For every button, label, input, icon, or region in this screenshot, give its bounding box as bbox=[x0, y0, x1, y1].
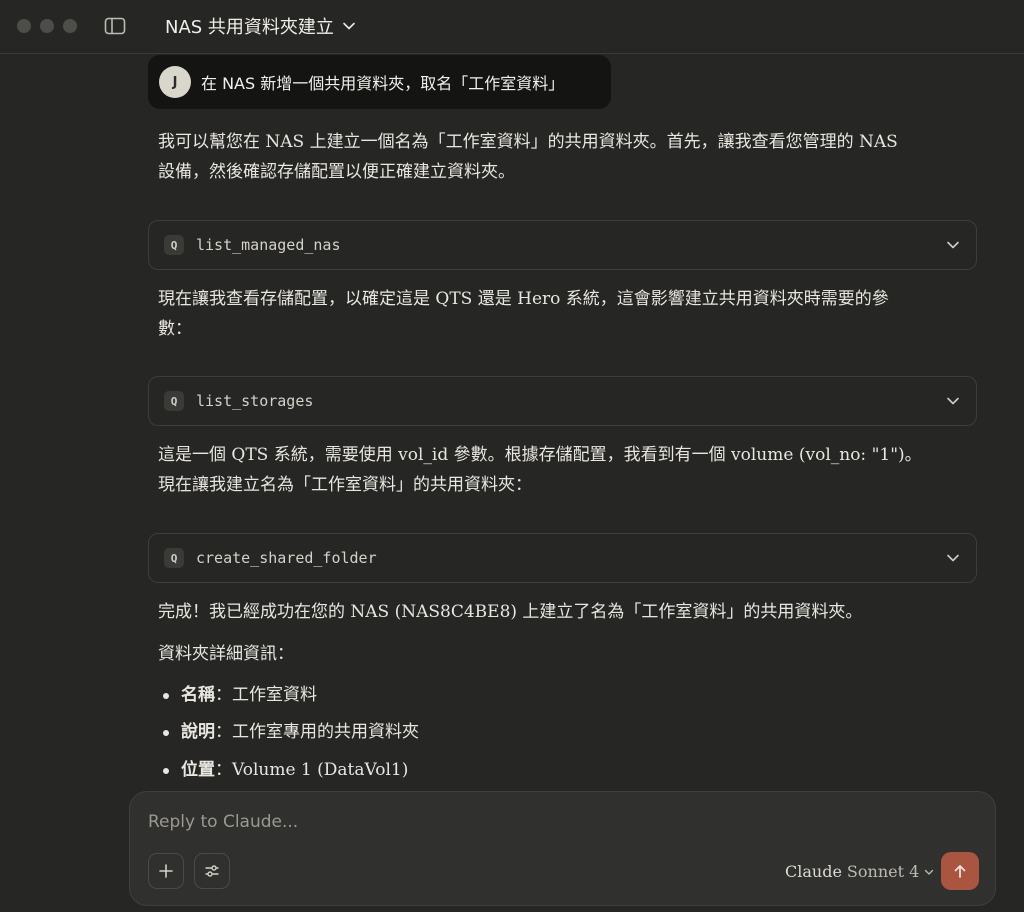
assistant-paragraph-2: 現在讓我查看存儲配置，以確定這是 QTS 還是 Hero 系統，這會影響建立共用… bbox=[158, 284, 948, 344]
chevron-down-icon bbox=[947, 241, 959, 249]
detail-value: Volume 1 (DataVol1) bbox=[232, 760, 409, 780]
assistant-paragraph-1: 我可以幫您在 NAS 上建立一個名為「工作室資料」的共用資料夾。首先，讓我查看您… bbox=[158, 127, 948, 187]
user-message: J 在 NAS 新增一個共用資料夾，取名「工作室資料」 bbox=[148, 55, 611, 109]
tools-settings-button[interactable] bbox=[194, 853, 230, 889]
title-bar: NAS 共用資料夾建立 bbox=[0, 0, 1024, 54]
plus-icon bbox=[159, 864, 173, 878]
window-minimize-button[interactable] bbox=[40, 19, 54, 33]
paragraph-line: 我可以幫您在 NAS 上建立一個名為「工作室資料」的共用資料夾。首先，讓我查看您… bbox=[158, 132, 898, 152]
sidebar-toggle-icon[interactable] bbox=[104, 17, 126, 35]
chevron-down-icon bbox=[947, 397, 959, 405]
paragraph-line: 這是一個 QTS 系統，需要使用 vol_id 參數。根據存儲配置，我看到有一個… bbox=[158, 445, 922, 465]
tool-call-create-shared-folder[interactable]: Q create_shared_folder bbox=[148, 533, 977, 583]
model-version: Sonnet 4 bbox=[846, 862, 920, 881]
detail-separator: ： bbox=[215, 722, 232, 742]
chevron-down-icon bbox=[925, 869, 934, 875]
detail-key: 說明 bbox=[181, 722, 215, 742]
list-item: 說明：工作室專用的共用資料夾 bbox=[163, 717, 563, 747]
tool-call-list-storages[interactable]: Q list_storages bbox=[148, 376, 977, 426]
conversation-title-menu[interactable]: NAS 共用資料夾建立 bbox=[165, 14, 356, 38]
paragraph-line: 現在讓我查看存儲配置，以確定這是 QTS 還是 Hero 系統，這會影響建立共用… bbox=[158, 289, 889, 309]
paragraph-line: 設備，然後確認存儲配置以便正確建立資料夾。 bbox=[158, 162, 515, 182]
tool-icon: Q bbox=[164, 235, 184, 255]
tool-name: list_managed_nas bbox=[196, 236, 341, 254]
tool-icon: Q bbox=[164, 391, 184, 411]
model-name: Claude bbox=[785, 862, 842, 881]
window-zoom-button[interactable] bbox=[63, 19, 77, 33]
tool-name: list_storages bbox=[196, 392, 314, 410]
user-message-text: 在 NAS 新增一個共用資料夾，取名「工作室資料」 bbox=[201, 74, 565, 93]
model-selector[interactable]: Claude Sonnet 4 bbox=[785, 862, 934, 881]
window-close-button[interactable] bbox=[17, 19, 31, 33]
conversation-title: NAS 共用資料夾建立 bbox=[165, 17, 334, 38]
reply-input[interactable]: Reply to Claude... bbox=[148, 812, 298, 832]
arrow-up-icon bbox=[954, 865, 966, 878]
assistant-paragraph-5: 資料夾詳細資訊： bbox=[158, 644, 294, 664]
assistant-paragraph-3: 這是一個 QTS 系統，需要使用 vol_id 參數。根據存儲配置，我看到有一個… bbox=[158, 440, 948, 500]
chevron-down-icon bbox=[947, 554, 959, 562]
tool-name: create_shared_folder bbox=[196, 549, 377, 567]
tool-call-list-managed-nas[interactable]: Q list_managed_nas bbox=[148, 220, 977, 270]
detail-key: 位置 bbox=[181, 760, 215, 780]
paragraph-line: 現在讓我建立名為「工作室資料」的共用資料夾： bbox=[158, 475, 532, 495]
detail-key: 名稱 bbox=[181, 685, 215, 705]
assistant-paragraph-4: 完成！我已經成功在您的 NAS (NAS8C4BE8) 上建立了名為「工作室資料… bbox=[158, 602, 863, 622]
bullet-dot bbox=[163, 768, 169, 774]
sliders-icon bbox=[205, 865, 219, 877]
list-item: 名稱：工作室資料 bbox=[163, 680, 563, 710]
send-button[interactable] bbox=[941, 852, 979, 890]
detail-separator: ： bbox=[215, 760, 232, 780]
reply-composer: Reply to Claude... Claude Sonnet 4 bbox=[129, 791, 996, 906]
detail-value: 工作室資料 bbox=[232, 685, 317, 705]
detail-separator: ： bbox=[215, 685, 232, 705]
detail-value: 工作室專用的共用資料夾 bbox=[232, 722, 419, 742]
add-attachment-button[interactable] bbox=[148, 853, 184, 889]
list-item: 位置：Volume 1 (DataVol1) bbox=[163, 755, 563, 785]
chevron-down-icon bbox=[343, 22, 355, 30]
bullet-dot bbox=[163, 730, 169, 736]
paragraph-line: 數： bbox=[158, 319, 192, 339]
bullet-dot bbox=[163, 693, 169, 699]
tool-icon: Q bbox=[164, 548, 184, 568]
avatar: J bbox=[159, 66, 191, 98]
